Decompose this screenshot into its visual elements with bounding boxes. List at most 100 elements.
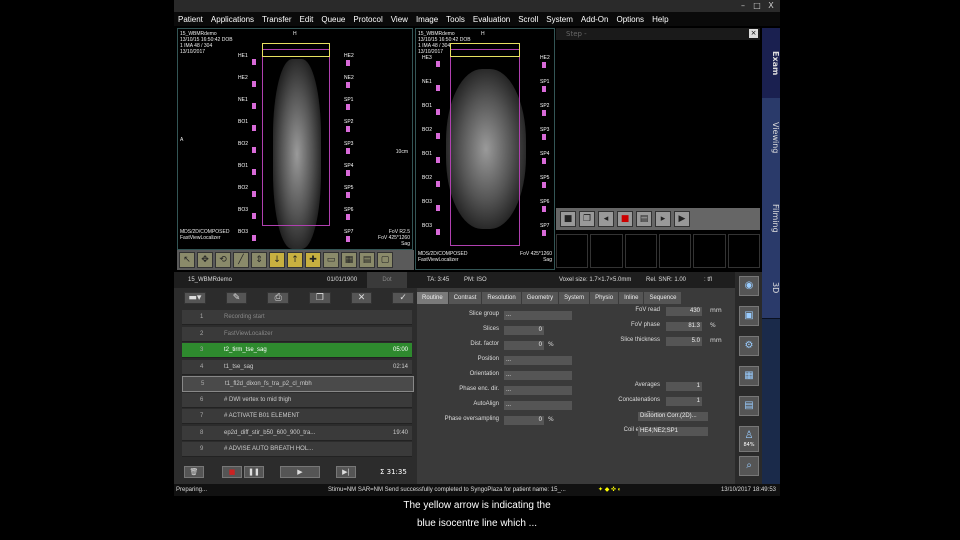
param-value[interactable]: 0 (504, 416, 544, 425)
globe-icon[interactable]: ◉ (739, 276, 759, 296)
play-button[interactable]: ▶ (674, 211, 690, 227)
thumbnail[interactable] (624, 234, 657, 268)
tab-resolution[interactable]: Resolution (482, 292, 521, 304)
menu-item-view[interactable]: View (387, 15, 412, 24)
menu-item-options[interactable]: Options (612, 15, 648, 24)
tab-geometry[interactable]: Geometry (521, 292, 559, 304)
protocol-row[interactable]: 5 t1_fl2d_dixon_fs_tra_p2_cl_mbh (182, 376, 414, 392)
play-scan-button[interactable]: ▶ (280, 466, 320, 478)
menu-item-system[interactable]: System (542, 15, 577, 24)
patient-icon[interactable]: ♙ (739, 426, 759, 452)
edit-icon[interactable]: ✎ (225, 292, 248, 304)
sequence-icon[interactable]: ⚙ (739, 336, 759, 356)
param-value[interactable]: ... (504, 386, 572, 395)
fov-box[interactable] (450, 49, 520, 246)
dot-button[interactable]: Dot (367, 272, 407, 288)
tab-3d[interactable]: 3D (762, 258, 780, 319)
thumbnail[interactable] (590, 234, 623, 268)
protocol-row[interactable]: 6 # DWI vertex to mid thigh (182, 392, 412, 408)
protocol-row[interactable]: 4 t1_tse_sag 02:14 (182, 359, 412, 375)
menu-item-evaluation[interactable]: Evaluation (469, 15, 514, 24)
protocol-row[interactable]: 3 t2_tirm_tse_sag 05:00 (182, 343, 412, 358)
viewer-coronal[interactable]: 15_WBMRdemo 13/10/15 16:50:42 DOB 1 IMA … (415, 28, 555, 270)
arrow-down-tool[interactable]: ↓ (269, 252, 285, 268)
param-value[interactable]: 0 (504, 326, 544, 335)
delete-icon[interactable]: ✕ (350, 292, 373, 304)
protocol-row[interactable]: 7 # ACTIVATE B01 ELEMENT (182, 409, 412, 424)
close-button[interactable]: X (764, 1, 778, 11)
fov-box[interactable] (262, 49, 330, 226)
rotate-tool[interactable]: ⟲ (215, 252, 231, 268)
back-button[interactable]: ◂ (598, 211, 614, 227)
param-value[interactable]: ... (504, 311, 572, 320)
print-icon[interactable]: ⎙ (267, 292, 290, 304)
param-value[interactable]: 0 (504, 341, 544, 350)
param-value[interactable]: 430 (666, 307, 702, 316)
record-button[interactable]: ■ (617, 211, 633, 227)
menu-item-patient[interactable]: Patient (174, 15, 207, 24)
tab-contrast[interactable]: Contrast (448, 292, 482, 304)
pause-button[interactable]: ❚❚ (244, 466, 264, 478)
param-value[interactable]: ... (504, 371, 572, 380)
move-tool[interactable]: ✥ (197, 252, 213, 268)
thumbnail[interactable] (658, 234, 692, 268)
shift-tool[interactable]: ⇕ (251, 252, 267, 268)
minimize-button[interactable]: – (736, 1, 750, 11)
window-icon[interactable]: ▤ (739, 396, 759, 416)
menu-item-image[interactable]: Image (412, 15, 442, 24)
menu-item-applications[interactable]: Applications (207, 15, 258, 24)
frame-tool[interactable]: ▢ (377, 252, 393, 268)
menu-item-help[interactable]: Help (648, 15, 672, 24)
forward-button[interactable]: ▸ (655, 211, 671, 227)
param-value[interactable]: 5.0 (666, 337, 702, 346)
tab-filming[interactable]: Filming (762, 178, 780, 259)
tab-system[interactable]: System (559, 292, 590, 304)
thumbnail[interactable] (556, 234, 589, 268)
trash-icon[interactable]: 🗑 (184, 466, 204, 478)
thumbnail[interactable] (727, 234, 760, 268)
stop-button[interactable]: ■ (560, 211, 576, 227)
tab-physio[interactable]: Physio (590, 292, 619, 304)
pointer-tool[interactable]: ↖ (179, 252, 195, 268)
menu-item-transfer[interactable]: Transfer (258, 15, 296, 24)
param-value[interactable]: Distortion Corr.(2D)... (638, 412, 708, 421)
param-value[interactable]: 81.3 (666, 322, 702, 331)
isocenter-box[interactable] (262, 43, 330, 57)
slice-tool[interactable]: ▭ (323, 252, 339, 268)
protocol-row[interactable]: 2 FastViewLocalizer (182, 326, 412, 342)
copy-button[interactable]: ❐ (579, 211, 595, 227)
param-value[interactable]: 1 (666, 382, 702, 391)
isocenter-box[interactable] (450, 43, 520, 57)
stop-scan-button[interactable]: ■ (222, 466, 242, 478)
param-value[interactable]: ... (504, 401, 572, 410)
param-value[interactable]: HE4;NE2;SP1 (638, 427, 708, 436)
tab-exam[interactable]: Exam (762, 28, 780, 99)
menu-item-scroll[interactable]: Scroll (514, 15, 542, 24)
status-icons[interactable]: ✦ ◆ ✜ ◐ (598, 484, 621, 496)
menu-item-protocol[interactable]: Protocol (349, 15, 386, 24)
menu-item-addon[interactable]: Add-On (577, 15, 613, 24)
protocol-row[interactable]: 8 ep2d_diff_stir_b50_600_900_tra... 19:40 (182, 425, 412, 441)
grid-tool[interactable]: ▦ (341, 252, 357, 268)
param-value[interactable]: 1 (666, 397, 702, 406)
maximize-button[interactable]: □ (750, 1, 764, 11)
tab-viewing[interactable]: Viewing (762, 98, 780, 179)
layout-icon[interactable]: ▦ (739, 366, 759, 386)
protocol-row[interactable]: 9 # ADVISE AUTO BREATH HOL... (182, 442, 412, 457)
center-tool[interactable]: ✚ (305, 252, 321, 268)
stack-tool[interactable]: ▤ (359, 252, 375, 268)
viewer-sagittal[interactable]: 15_WBMRdemo 13/10/15 16:50:42 DOB 1 IMA … (177, 28, 413, 250)
menu-item-queue[interactable]: Queue (317, 15, 349, 24)
skip-button[interactable]: ▶| (336, 466, 356, 478)
menu-item-edit[interactable]: Edit (296, 15, 318, 24)
tab-inline[interactable]: Inline (619, 292, 644, 304)
tab-routine[interactable]: Routine (417, 292, 448, 304)
check-icon[interactable]: ✓ (392, 292, 415, 304)
menu-item-tools[interactable]: Tools (442, 15, 469, 24)
thumbnail[interactable] (693, 234, 726, 268)
zoom-icon[interactable]: ⌕ (739, 456, 759, 476)
close-icon[interactable]: × (749, 29, 758, 38)
menu-button[interactable]: ▬▾ (184, 292, 206, 304)
copy-icon[interactable]: ❐ (309, 292, 331, 304)
queue-button[interactable]: ▤ (636, 211, 652, 227)
